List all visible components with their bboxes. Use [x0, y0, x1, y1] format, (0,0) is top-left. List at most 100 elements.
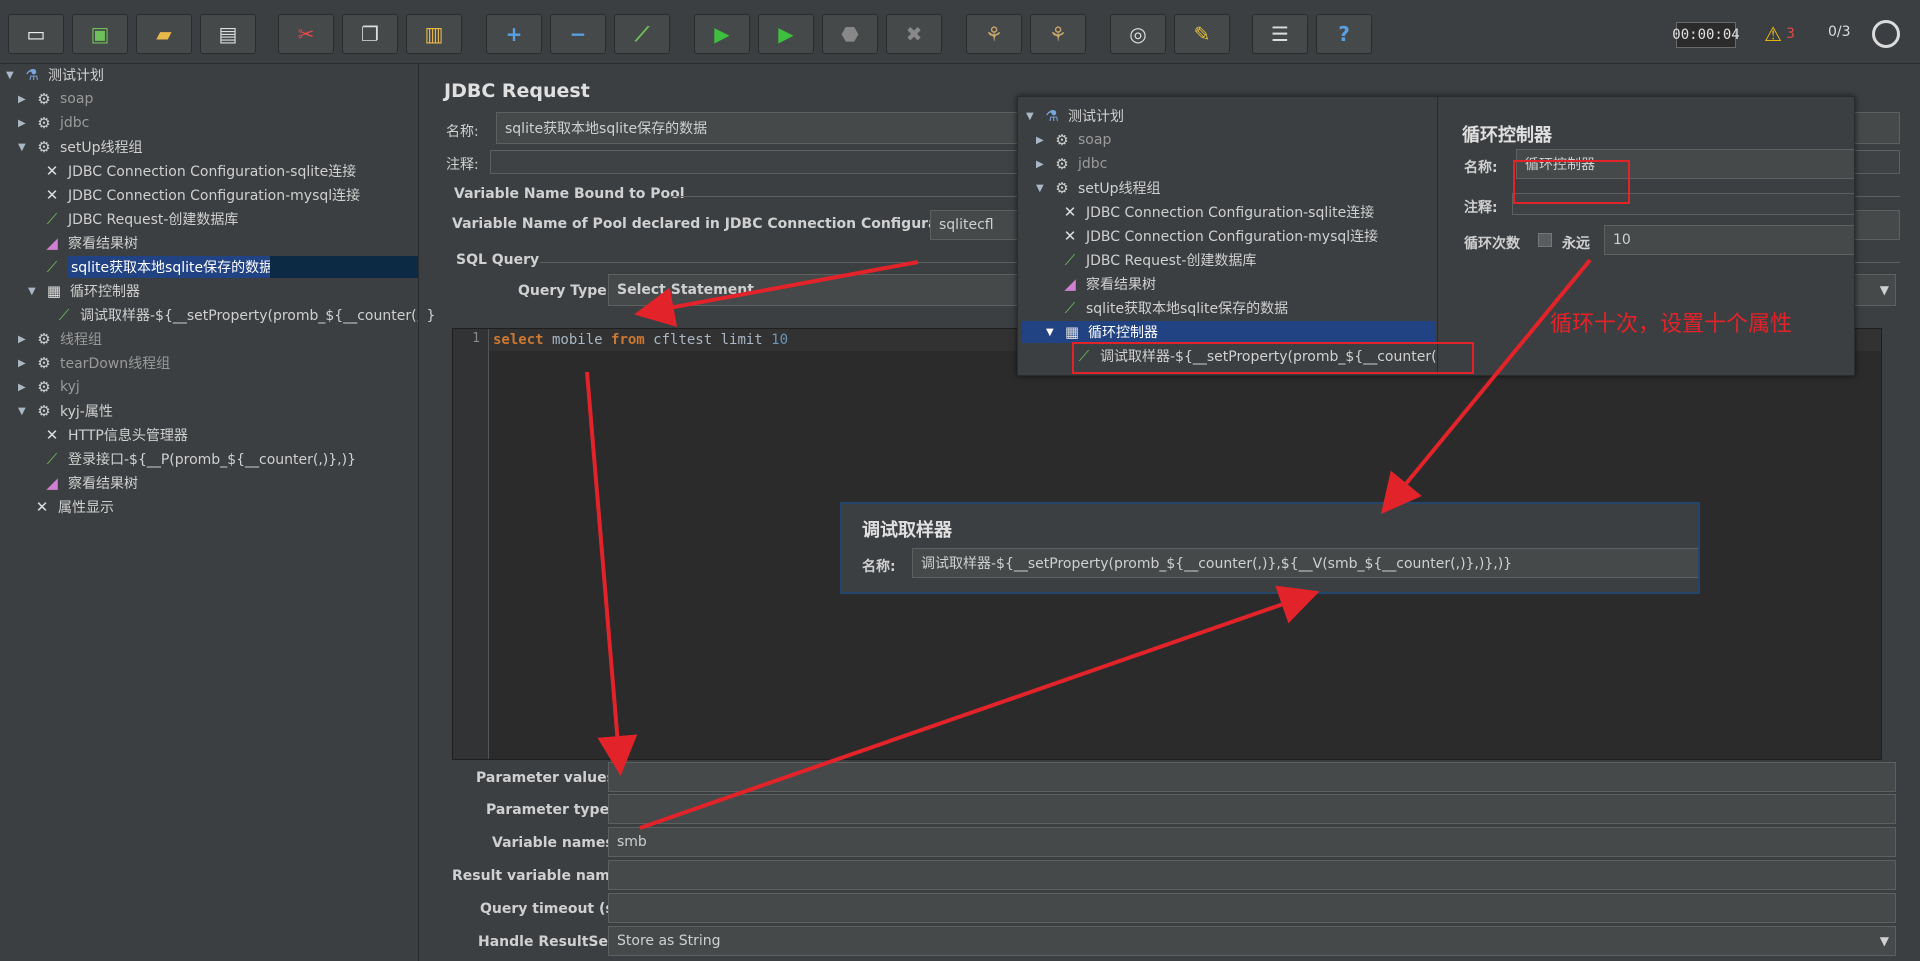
- tree-item-setup-thread-group[interactable]: ▼ ⚙ setUp线程组: [18, 136, 143, 158]
- paste-button[interactable]: ▥: [406, 14, 462, 54]
- tree-item-login-api[interactable]: ⟋ 登录接口-${__P(promb_${__counter(,)},)}: [42, 448, 356, 470]
- gear-icon: ⚙: [37, 330, 51, 348]
- inset-tree: ▼ ⚗ 测试计划 ▶ ⚙ soap ▶ ⚙ jdbc ▼ ⚙ setUp线程组 ✕ JDBC Co…: [1018, 97, 1438, 375]
- gear-icon: ⚙: [37, 378, 51, 396]
- collapse-button[interactable]: −: [550, 14, 606, 54]
- cut-button[interactable]: ✂: [278, 14, 334, 54]
- inset-tree-item-setup[interactable]: ▼ ⚙ setUp线程组: [1036, 177, 1161, 199]
- error-counter[interactable]: ⚠ 3: [1764, 22, 1795, 46]
- start-button[interactable]: ▶: [694, 14, 750, 54]
- forever-checkbox[interactable]: [1538, 233, 1552, 247]
- sql-section-title: SQL Query: [456, 252, 540, 268]
- query-type-label: Query Type:: [518, 283, 613, 299]
- new-button[interactable]: ▭: [8, 14, 64, 54]
- tree-item-view-results-tree[interactable]: ◢ 察看结果树: [42, 232, 138, 254]
- collapsed-arrow-icon: ▶: [18, 93, 26, 105]
- tree-item-teardown-thread-group[interactable]: ▶ ⚙ tearDown线程组: [18, 352, 170, 374]
- inset-tree-item-jdbc[interactable]: ▶ ⚙ jdbc: [1036, 153, 1107, 175]
- play-no-pause-icon: ▶: [778, 22, 794, 46]
- tree-item-property-display[interactable]: ✕ 属性显示: [32, 496, 114, 518]
- collapsed-arrow-icon: ▶: [18, 381, 26, 393]
- param-types-field[interactable]: [608, 794, 1896, 824]
- stop-button[interactable]: ⬣: [822, 14, 878, 54]
- result-var-field[interactable]: [608, 860, 1896, 890]
- inset-tree-item-soap[interactable]: ▶ ⚙ soap: [1036, 129, 1111, 151]
- search-button[interactable]: ◎: [1110, 14, 1166, 54]
- panel-title: JDBC Request: [444, 80, 590, 102]
- tree-item-debug-sampler[interactable]: ⟋ 调试取样器-${__setProperty(promb_${__counter…: [54, 304, 436, 326]
- broom-icon: ⚘: [985, 22, 1003, 46]
- gear-icon: ⚙: [1055, 131, 1069, 149]
- open-button[interactable]: ▰: [136, 14, 192, 54]
- binoculars-icon: ◎: [1129, 22, 1147, 46]
- clear-button[interactable]: ⚘: [966, 14, 1022, 54]
- inset-tree-item-test-plan[interactable]: ▼ ⚗ 测试计划: [1026, 105, 1124, 127]
- inset-loop-count-label: 循环次数: [1464, 236, 1520, 252]
- inset-name-label: 名称:: [1464, 160, 1498, 176]
- handle-rs-label: Handle ResultSet:: [478, 934, 621, 950]
- tree-item-kyj-property[interactable]: ▼ ⚙ kyj-属性: [18, 400, 113, 422]
- inset-tree-item-mysql-conn[interactable]: ✕ JDBC Connection Configuration-mysql连接: [1060, 225, 1378, 247]
- inset-tree-item-results-tree[interactable]: ◢ 察看结果树: [1060, 273, 1156, 295]
- var-names-field[interactable]: smb: [608, 827, 1896, 857]
- chevron-down-icon: ▼: [1879, 934, 1889, 948]
- tree-item-jdbc-request-create-db[interactable]: ⟋ JDBC Request-创建数据库: [42, 208, 239, 230]
- var-names-label: Variable names:: [492, 835, 620, 851]
- expanded-arrow-icon: ▼: [1026, 110, 1034, 122]
- handle-rs-select[interactable]: Store as String ▼: [608, 926, 1896, 956]
- tree-item-test-plan[interactable]: ▼ ⚗ 测试计划: [6, 64, 104, 86]
- split-pane-divider[interactable]: [418, 64, 426, 961]
- start-no-pause-button[interactable]: ▶: [758, 14, 814, 54]
- query-timeout-field[interactable]: [608, 893, 1896, 923]
- tree-item-loop-controller[interactable]: ▼ ▦ 循环控制器: [28, 280, 140, 302]
- warning-icon: ⚠: [1764, 22, 1782, 46]
- collapsed-arrow-icon: ▶: [1036, 134, 1044, 146]
- function-helper-button[interactable]: ☰: [1252, 14, 1308, 54]
- tree-item-thread-group[interactable]: ▶ ⚙ 线程组: [18, 328, 102, 350]
- paste-icon: ▥: [424, 22, 444, 46]
- stop-icon: ⬣: [841, 22, 859, 46]
- reset-search-button[interactable]: ✎: [1174, 14, 1230, 54]
- gear-icon: ⚙: [37, 90, 51, 108]
- copy-button[interactable]: ❐: [342, 14, 398, 54]
- clear-all-button[interactable]: ⚘: [1030, 14, 1086, 54]
- inset-tree-item-create-db[interactable]: ⟋ JDBC Request-创建数据库: [1060, 249, 1257, 271]
- shutdown-button[interactable]: ✖: [886, 14, 942, 54]
- tree-item-http-header-manager[interactable]: ✕ HTTP信息头管理器: [42, 424, 188, 446]
- tree-item-mysql-connection[interactable]: ✕ JDBC Connection Configuration-mysql连接: [42, 184, 360, 206]
- wrench-icon: ✕: [45, 186, 59, 204]
- param-values-field[interactable]: [608, 762, 1896, 792]
- wrench-icon: ✕: [1063, 227, 1077, 245]
- list-icon: ☰: [1271, 22, 1289, 46]
- tree-item-kyj[interactable]: ▶ ⚙ kyj: [18, 376, 80, 398]
- line-gutter: 1: [453, 329, 489, 759]
- play-icon: ▶: [714, 22, 730, 46]
- expand-button[interactable]: +: [486, 14, 542, 54]
- save-button[interactable]: ▤: [200, 14, 256, 54]
- remote-globe-icon[interactable]: [1872, 20, 1900, 48]
- pool-label: Variable Name of Pool declared in JDBC C…: [452, 216, 975, 232]
- tree-item-sqlite-connection[interactable]: ✕ JDBC Connection Configuration-sqlite连接: [42, 160, 357, 182]
- toggle-button[interactable]: ⟋: [614, 14, 670, 54]
- tree-item-jdbc[interactable]: ▶ ⚙ jdbc: [18, 112, 89, 134]
- inset2-name-field[interactable]: 调试取样器-${__setProperty(promb_${__counter(…: [912, 548, 1698, 578]
- tree-item-soap[interactable]: ▶ ⚙ soap: [18, 88, 93, 110]
- inset-tree-item-loop-controller[interactable]: ▼ ▦ 循环控制器: [1046, 321, 1158, 343]
- elapsed-timer: 00:00:04: [1672, 22, 1740, 48]
- templates-button[interactable]: ▣: [72, 14, 128, 54]
- param-values-label: Parameter values:: [476, 770, 621, 786]
- inset-tree-item-sqlite-fetch[interactable]: ⟋ sqlite获取本地sqlite保存的数据: [1060, 297, 1288, 319]
- inset-tree-item-sqlite-conn[interactable]: ✕ JDBC Connection Configuration-sqlite连接: [1060, 201, 1375, 223]
- loop-count-field[interactable]: 10: [1604, 225, 1854, 255]
- tree-item-sqlite-fetch[interactable]: ⟋ sqlite获取本地sqlite保存的数据: [42, 256, 277, 278]
- help-button[interactable]: ?: [1316, 14, 1372, 54]
- inset2-title: 调试取样器: [862, 520, 952, 541]
- selection-highlight: [270, 256, 418, 278]
- tree-item-view-results-tree-2[interactable]: ◢ 察看结果树: [42, 472, 138, 494]
- plus-icon: +: [505, 22, 523, 46]
- jmeter-window: ▭ ▣ ▰ ▤ ✂ ❐ ▥ + − ⟋ ▶ ▶ ⬣ ✖ ⚘ ⚘ ◎ ✎ ☰ ? …: [0, 0, 1920, 961]
- gear-icon: ⚙: [37, 402, 51, 420]
- scissors-icon: ✂: [297, 22, 315, 46]
- pipette-icon: ⟋: [46, 258, 58, 276]
- gear-icon: ⚙: [1055, 155, 1069, 173]
